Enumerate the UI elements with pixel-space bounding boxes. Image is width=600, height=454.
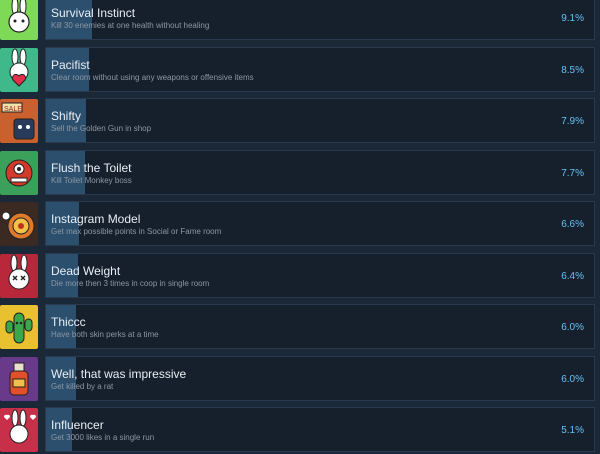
achievement-row: Influencer Get 3000 likes in a single run…	[0, 407, 600, 454]
unlock-percentage: 6.0%	[561, 373, 584, 385]
achievement-panel: Well, that was impressive Get killed by a…	[45, 355, 595, 401]
achievement-name: Thiccc	[51, 315, 86, 329]
achievement-row: Pacifist Clear room without using any wea…	[0, 46, 600, 94]
achievement-row: Well, that was impressive Get killed by a…	[0, 355, 600, 403]
achievement-name: Shifty	[51, 109, 82, 123]
achievement-name: Flush the Toilet	[51, 160, 132, 175]
achievement-row: Instagram Model Get max possible points i…	[0, 201, 600, 248]
unlock-percentage: 8.5%	[561, 64, 584, 76]
achievement-row: Flush the Toilet Kill Toilet Monkey boss 7…	[0, 149, 600, 197]
achievement-name: Pacifist	[51, 57, 90, 72]
unlock-percentage: 7.7%	[561, 167, 584, 179]
unlock-percentage: 6.4%	[561, 270, 584, 282]
achievement-description: Have both skin perks at a time	[51, 330, 159, 339]
achievement-description: Kill 30 enemies at one health without he…	[51, 21, 210, 30]
achievement-description: Die more then 3 times in coop in single …	[51, 278, 210, 288]
bunny-hearts-icon	[0, 408, 38, 452]
toilet-monkey-icon	[0, 150, 38, 195]
achievement-name: Influencer	[51, 418, 104, 432]
camera-target-icon	[0, 202, 38, 246]
achievement-panel: Survival Instinct Kill 30 enemies at one …	[45, 0, 595, 40]
achievement-name: Survival Instinct	[51, 6, 136, 20]
unlock-percentage: 6.6%	[561, 219, 584, 230]
unlock-percentage: 9.1%	[561, 13, 584, 24]
achievement-row: Survival Instinct Kill 30 enemies at one …	[0, 0, 600, 42]
achievement-panel: Instagram Model Get max possible points i…	[45, 201, 595, 246]
achievement-row: SALE Shifty Sell the Golden Gun in shop 7.…	[0, 98, 600, 145]
achievement-description: Clear room without using any weapons or …	[51, 72, 254, 82]
unlock-percentage: 5.1%	[561, 425, 584, 436]
achievement-panel: Shifty Sell the Golden Gun in shop 7.9%	[45, 98, 595, 143]
achievement-name: Well, that was impressive	[51, 366, 187, 381]
achievement-description: Get killed by a rat	[51, 381, 114, 391]
achievement-row: Thiccc Have both skin perks at a time 6.0%	[0, 304, 600, 351]
achievement-row: Dead Weight Die more then 3 times in coop…	[0, 252, 600, 300]
achievement-description: Sell the Golden Gun in shop	[51, 124, 152, 133]
achievement-name: Dead Weight	[51, 263, 121, 278]
cactus-icon	[0, 305, 38, 349]
achievement-panel: Influencer Get 3000 likes in a single run…	[45, 407, 595, 452]
rat-bottle-icon	[0, 356, 38, 401]
shop-sale-icon: SALE	[0, 99, 38, 143]
achievement-description: Get 3000 likes in a single run	[51, 433, 155, 442]
achievement-panel: Pacifist Clear room without using any wea…	[45, 46, 595, 92]
bunny-dead-icon	[0, 253, 38, 298]
achievement-panel: Dead Weight Die more then 3 times in coop…	[45, 252, 595, 298]
unlock-percentage: 7.9%	[561, 116, 584, 127]
svg-text:SALE: SALE	[4, 106, 22, 113]
achievement-name: Instagram Model	[51, 212, 141, 226]
achievement-panel: Flush the Toilet Kill Toilet Monkey boss 7…	[45, 149, 595, 195]
achievement-description: Get max possible points in Social or Fam…	[51, 227, 222, 236]
bunny-heart-icon	[0, 47, 38, 92]
unlock-percentage: 6.0%	[561, 322, 584, 333]
achievement-description: Kill Toilet Monkey boss	[51, 175, 132, 185]
bunny-icon	[0, 0, 38, 40]
achievement-panel: Thiccc Have both skin perks at a time 6.0%	[45, 304, 595, 349]
